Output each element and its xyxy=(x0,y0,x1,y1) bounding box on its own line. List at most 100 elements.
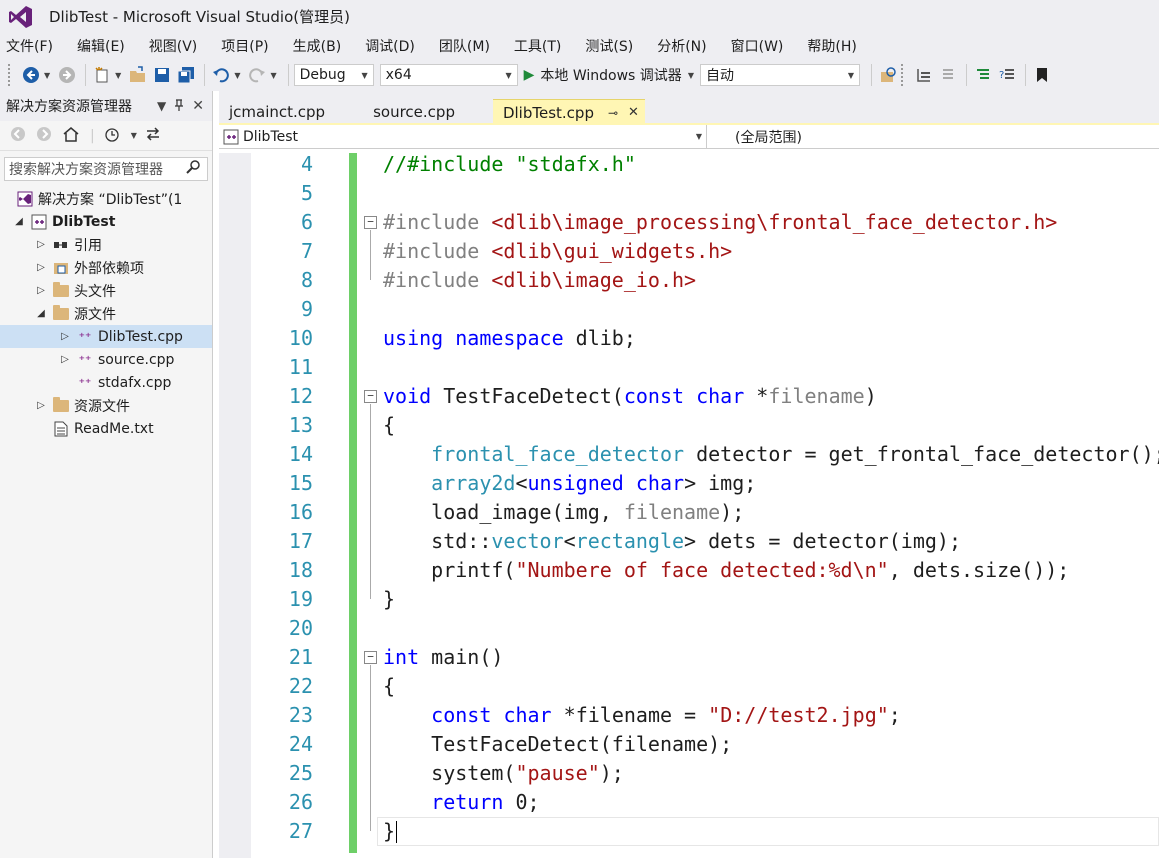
collapsed-arrow-icon[interactable]: ▷ xyxy=(34,262,48,273)
code-line[interactable]: 10 using namespace dlib; xyxy=(219,324,1159,353)
code-line[interactable]: 23 const char *filename = "D://test2.jpg… xyxy=(219,701,1159,730)
tree-item-references[interactable]: ▷ 引用 xyxy=(0,233,212,256)
forward-icon[interactable] xyxy=(36,126,52,146)
solution-configuration-select[interactable]: Debug ▼ xyxy=(293,64,374,86)
code-line[interactable]: 11 xyxy=(219,353,1159,382)
back-icon[interactable] xyxy=(10,126,26,146)
bookmark-icon[interactable] xyxy=(1031,64,1053,86)
code-line[interactable]: 21 − int main() xyxy=(219,643,1159,672)
navigate-forward-icon[interactable] xyxy=(56,64,78,86)
chevron-down-icon[interactable]: ▼ xyxy=(234,71,240,80)
navigate-back-icon[interactable] xyxy=(20,64,42,86)
toolbar-grip[interactable] xyxy=(900,64,905,86)
code-line[interactable]: 14 frontal_face_detector detector = get_… xyxy=(219,440,1159,469)
indent-icon[interactable] xyxy=(972,64,994,86)
tree-item-header-files[interactable]: ▷ 头文件 xyxy=(0,279,212,302)
start-debugging-button[interactable]: ▶ 本地 Windows 调试器 ▼ xyxy=(524,65,694,85)
code-line[interactable]: 6 − #include <dlib\image_processing\fronta… xyxy=(219,208,1159,237)
debug-mode-select[interactable]: 自动 ▼ xyxy=(699,64,860,86)
close-icon[interactable]: ✕ xyxy=(628,105,639,120)
code-line[interactable]: 24 TestFaceDetect(filename); xyxy=(219,730,1159,759)
chevron-down-icon[interactable]: ▼ xyxy=(44,71,50,80)
menu-edit[interactable]: 编辑(E) xyxy=(77,36,125,56)
tree-item-readme-txt[interactable]: ReadMe.txt xyxy=(0,417,212,440)
comment-icon[interactable]: ? xyxy=(996,64,1018,86)
open-file-icon[interactable] xyxy=(127,64,149,86)
code-line[interactable]: 12 − void TestFaceDetect(const char *filen… xyxy=(219,382,1159,411)
tab-dlibtest-cpp[interactable]: DlibTest.cpp ⊸ ✕ xyxy=(492,99,645,125)
collapse-region-icon[interactable]: − xyxy=(364,216,377,229)
tab-source-cpp[interactable]: source.cpp xyxy=(363,99,465,125)
code-line[interactable]: 5 xyxy=(219,179,1159,208)
menu-tools[interactable]: 工具(T) xyxy=(514,36,561,56)
menu-debug[interactable]: 调试(D) xyxy=(365,36,415,56)
toolbar-grip[interactable] xyxy=(8,64,12,86)
menu-analyze[interactable]: 分析(N) xyxy=(657,36,706,56)
home-icon[interactable] xyxy=(62,126,80,146)
code-line[interactable]: 8 #include <dlib\image_io.h> xyxy=(219,266,1159,295)
tree-item-dlibtest-cpp[interactable]: ▷ ⁺⁺ DlibTest.cpp xyxy=(0,325,212,348)
expanded-arrow-icon[interactable]: ◢ xyxy=(34,308,48,319)
solution-platform-select[interactable]: x64 ▼ xyxy=(379,64,518,86)
collapse-region-icon[interactable]: − xyxy=(364,651,377,664)
chevron-down-icon[interactable]: ▼ xyxy=(131,131,137,140)
collapsed-arrow-icon[interactable]: ▷ xyxy=(58,331,72,342)
redo-icon[interactable] xyxy=(246,64,268,86)
collapsed-arrow-icon[interactable]: ▷ xyxy=(58,354,72,365)
pending-changes-filter-icon[interactable] xyxy=(105,126,121,146)
code-line[interactable]: 13 { xyxy=(219,411,1159,440)
code-line[interactable]: 4 //#include "stdafx.h" xyxy=(219,153,1159,179)
new-project-icon[interactable] xyxy=(91,64,113,86)
member-scope-select[interactable]: (全局范围) xyxy=(707,125,1159,149)
code-line[interactable]: 20 xyxy=(219,614,1159,643)
save-icon[interactable] xyxy=(151,64,173,86)
code-line[interactable]: 9 xyxy=(219,295,1159,324)
menu-help[interactable]: 帮助(H) xyxy=(807,36,856,56)
tree-item-resource-files[interactable]: ▷ 资源文件 xyxy=(0,394,212,417)
tree-item-external-dependencies[interactable]: ▷ 外部依赖项 xyxy=(0,256,212,279)
code-line[interactable]: 19} xyxy=(219,585,1159,614)
code-text-area[interactable]: 4//#include "stdafx.h" 5 6− #include <dlib\… xyxy=(219,153,1159,858)
search-icon[interactable] xyxy=(185,160,203,178)
code-line[interactable]: 25 system("pause"); xyxy=(219,759,1159,788)
code-line[interactable]: 7 #include <dlib\gui_widgets.h> xyxy=(219,237,1159,266)
tab-jcmainct-cpp[interactable]: jcmainct.cpp xyxy=(219,99,335,125)
collapse-region-icon[interactable]: − xyxy=(364,390,377,403)
code-line[interactable]: 16 load_image(img, filename); xyxy=(219,498,1159,527)
menu-project[interactable]: 项目(P) xyxy=(221,36,268,56)
code-line[interactable]: 17 std::vector<rectangle> dets = detecto… xyxy=(219,527,1159,556)
menu-test[interactable]: 测试(S) xyxy=(585,36,633,56)
step-over-icon[interactable] xyxy=(937,64,959,86)
tree-item-project-dlibtest[interactable]: ◢ DlibTest xyxy=(0,210,212,233)
step-into-icon[interactable] xyxy=(913,64,935,86)
tree-item-source-cpp[interactable]: ▷ ⁺⁺ source.cpp xyxy=(0,348,212,371)
code-line[interactable]: 18 printf("Numbere of face detected:%d\n… xyxy=(219,556,1159,585)
find-in-files-icon[interactable] xyxy=(877,64,899,86)
menu-file[interactable]: 文件(F) xyxy=(6,36,53,56)
menu-view[interactable]: 视图(V) xyxy=(149,36,198,56)
tree-item-source-files[interactable]: ◢ 源文件 xyxy=(0,302,212,325)
collapsed-arrow-icon[interactable]: ▷ xyxy=(34,285,48,296)
code-line[interactable]: 26 return 0; xyxy=(219,788,1159,817)
menu-team[interactable]: 团队(M) xyxy=(439,36,490,56)
code-line[interactable]: 22 { xyxy=(219,672,1159,701)
chevron-down-icon[interactable]: ▼ xyxy=(157,99,166,113)
chevron-down-icon[interactable]: ▼ xyxy=(115,71,121,80)
close-icon[interactable]: ✕ xyxy=(192,98,204,114)
pin-icon[interactable]: ⊸ xyxy=(608,106,618,120)
tree-item-stdafx-cpp[interactable]: ⁺⁺ stdafx.cpp xyxy=(0,371,212,394)
menu-build[interactable]: 生成(B) xyxy=(293,36,342,56)
collapsed-arrow-icon[interactable]: ▷ xyxy=(34,400,48,411)
pin-icon[interactable] xyxy=(174,98,184,114)
code-line[interactable]: 27} xyxy=(219,817,1159,846)
solution-explorer-search-input[interactable]: 搜索解决方案资源管理器 xyxy=(4,157,208,181)
tree-item-solution[interactable]: 解决方案 “DlibTest”(1 xyxy=(0,187,212,210)
save-all-icon[interactable] xyxy=(175,64,197,86)
chevron-down-icon[interactable]: ▼ xyxy=(270,71,276,80)
collapsed-arrow-icon[interactable]: ▷ xyxy=(34,239,48,250)
code-line[interactable]: 15 array2d<unsigned char> img; xyxy=(219,469,1159,498)
expanded-arrow-icon[interactable]: ◢ xyxy=(12,216,26,227)
project-scope-select[interactable]: DlibTest ▼ xyxy=(219,124,707,149)
menu-window[interactable]: 窗口(W) xyxy=(731,36,784,56)
undo-icon[interactable] xyxy=(210,64,232,86)
